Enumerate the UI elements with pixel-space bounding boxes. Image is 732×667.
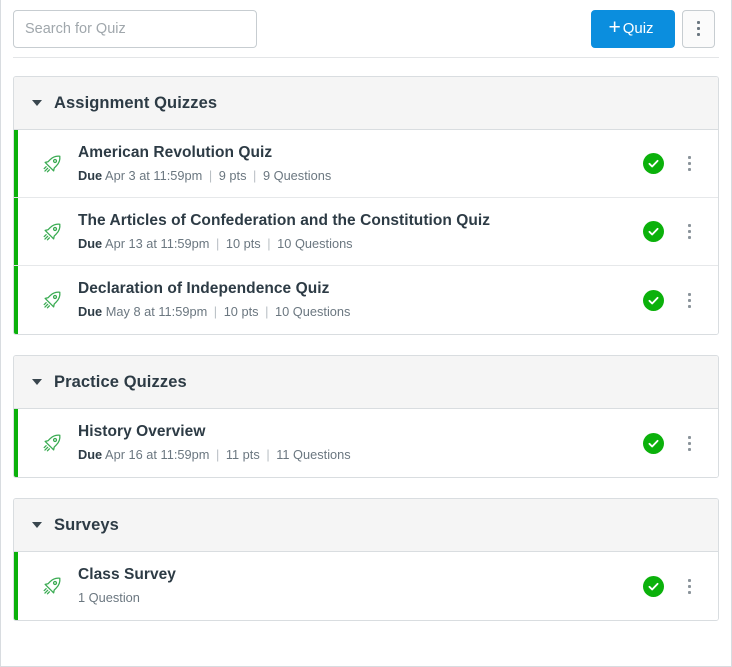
quizzes-page: + Quiz Assignment Quizzes American Revolu… [0,0,732,667]
quiz-row-body: Class Survey 1 Question [74,565,643,607]
quiz-title-link[interactable]: American Revolution Quiz [78,143,643,164]
rocket-icon [30,153,74,175]
quiz-meta: 1 Question [78,589,643,607]
quiz-group-title: Surveys [54,515,119,534]
quiz-group: Assignment Quizzes American Revolution Qu… [13,76,719,335]
quiz-title-link[interactable]: Declaration of Independence Quiz [78,279,643,300]
quiz-row-body: Declaration of Independence Quiz Due May … [74,279,643,321]
points-value: 10 pts [223,304,259,319]
rocket-icon [30,289,74,311]
quiz-row-body: American Revolution Quiz Due Apr 3 at 11:… [74,143,643,185]
quiz-meta: Due Apr 3 at 11:59pm | 9 pts | 9 Questio… [78,167,643,185]
points-value: 11 pts [225,447,260,462]
quiz-row[interactable]: Declaration of Independence Quiz Due May … [14,266,718,334]
points-value: 9 pts [218,167,247,183]
question-count: 10 Questions [277,235,353,251]
meta-separator: | [265,304,269,319]
meta-separator: | [267,235,271,251]
plus-icon: + [608,16,621,39]
due-label: Due [78,447,103,462]
due-label: Due [78,167,103,183]
quiz-row[interactable]: American Revolution Quiz Due Apr 3 at 11:… [14,130,718,198]
question-count: 10 Questions [275,304,351,319]
add-quiz-button[interactable]: + Quiz [591,9,675,48]
toolbar-kebab-button[interactable] [682,9,715,48]
question-count: 11 Questions [276,447,351,462]
row-kebab-menu-icon[interactable] [680,574,698,598]
quiz-row-actions [643,220,704,244]
published-check-icon[interactable] [643,221,664,242]
published-check-icon[interactable] [643,289,664,311]
question-count: 1 Question [78,590,140,605]
search-input[interactable] [13,9,257,48]
due-date: Apr 16 at 11:59pm [105,447,210,462]
published-check-icon[interactable] [643,575,664,597]
quiz-group: Surveys Class Survey 1 Question [13,498,719,621]
quiz-row-actions [643,152,704,176]
published-check-icon[interactable] [643,432,664,454]
published-status-bar [14,552,18,620]
quiz-row-actions [643,574,704,598]
quiz-meta: Due May 8 at 11:59pm | 10 pts | 10 Quest… [78,303,643,321]
rocket-icon [30,221,74,243]
quiz-group: Practice Quizzes History Overview Due Apr … [13,355,719,478]
meta-separator: | [253,167,257,183]
quiz-row[interactable]: Class Survey 1 Question [14,552,718,620]
meta-separator: | [208,167,213,183]
quiz-group-header[interactable]: Practice Quizzes [14,356,718,409]
row-kebab-menu-icon[interactable] [680,288,698,312]
quiz-row-actions [643,431,704,455]
due-date: May 8 at 11:59pm [105,304,208,319]
due-label: Due [78,304,103,319]
quiz-group-header[interactable]: Surveys [14,499,718,552]
quiz-group-title: Assignment Quizzes [54,93,218,112]
published-status-bar [14,409,18,477]
quiz-row-body: History Overview Due Apr 16 at 11:59pm | … [74,422,643,464]
meta-separator: | [215,447,220,462]
quiz-meta: Due Apr 16 at 11:59pm | 11 pts | 11 Ques… [78,446,643,464]
rocket-icon [30,575,74,597]
add-quiz-label: Quiz [622,20,654,37]
published-status-bar [14,198,18,265]
quiz-title-link[interactable]: Class Survey [78,565,643,586]
published-check-icon[interactable] [643,153,664,174]
due-date: Apr 3 at 11:59pm [105,167,203,183]
kebab-menu-icon [697,21,700,36]
meta-separator: | [213,304,218,319]
quiz-row[interactable]: The Articles of Confederation and the Co… [14,198,718,266]
quiz-group-header[interactable]: Assignment Quizzes [14,77,718,130]
quiz-group-title: Practice Quizzes [54,372,187,391]
points-value: 10 pts [225,235,261,251]
chevron-down-icon [32,100,42,106]
quiz-groups-container: Assignment Quizzes American Revolution Qu… [1,58,731,621]
meta-separator: | [266,447,270,462]
quiz-meta: Due Apr 13 at 11:59pm | 10 pts | 10 Ques… [78,235,643,253]
quiz-row-actions [643,288,704,312]
chevron-down-icon [32,522,42,528]
rocket-icon [30,432,74,454]
row-kebab-menu-icon[interactable] [680,431,698,455]
quiz-row-body: The Articles of Confederation and the Co… [74,211,643,253]
row-kebab-menu-icon[interactable] [680,152,698,176]
published-status-bar [14,130,18,197]
quizzes-toolbar: + Quiz [1,0,731,57]
meta-separator: | [215,235,220,251]
quiz-row[interactable]: History Overview Due Apr 16 at 11:59pm | … [14,409,718,477]
quiz-title-link[interactable]: The Articles of Confederation and the Co… [78,211,643,232]
published-status-bar [14,266,18,334]
row-kebab-menu-icon[interactable] [680,220,698,244]
due-date: Apr 13 at 11:59pm [105,235,210,251]
question-count: 9 Questions [262,167,332,183]
chevron-down-icon [32,379,42,385]
quiz-title-link[interactable]: History Overview [78,422,643,443]
due-label: Due [78,235,103,251]
